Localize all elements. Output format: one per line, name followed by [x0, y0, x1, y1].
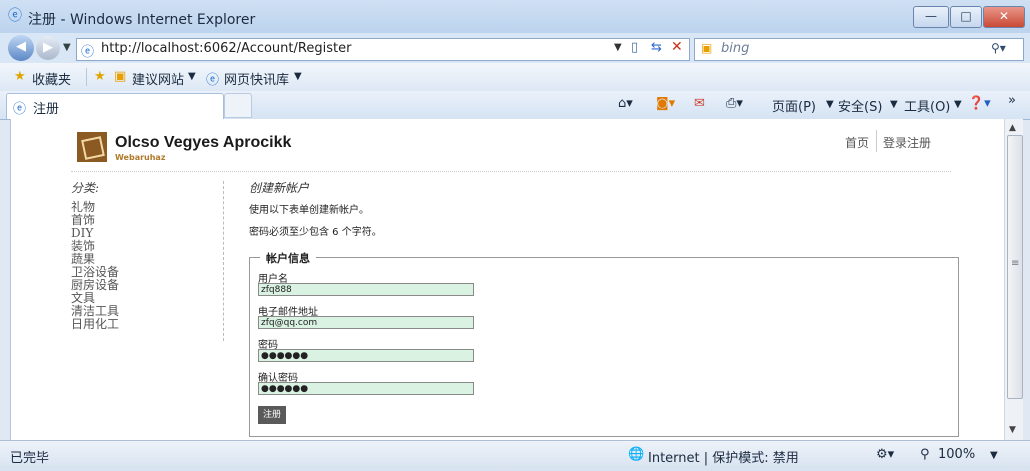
safety-menu-dropdown-icon: ▼: [890, 99, 898, 110]
search-icon[interactable]: ⚲▾: [991, 41, 1006, 55]
home-icon[interactable]: ⌂▾: [618, 96, 633, 111]
protected-mode-icon[interactable]: ⚙▾: [876, 447, 894, 462]
scroll-up-icon[interactable]: ▲: [1009, 123, 1016, 133]
favorites-divider: [86, 68, 87, 86]
zoom-icon: ⚲: [920, 447, 930, 462]
suggested-sites-dropdown-icon[interactable]: ▼: [188, 71, 196, 82]
window-title-bar: ⓔ 注册 - Windows Internet Explorer — □ ✕: [0, 0, 1030, 34]
address-toolbar: ◀ ▶ ▼ ⓔ http://localhost:6062/Account/Re…: [0, 33, 1030, 63]
username-field[interactable]: zfq888: [258, 283, 474, 296]
window-title: 注册 - Windows Internet Explorer: [28, 12, 256, 28]
recent-pages-dropdown-icon[interactable]: ▼: [63, 42, 71, 53]
web-slice-gallery-link[interactable]: 网页快讯库: [224, 69, 289, 88]
tools-menu-dropdown-icon: ▼: [954, 99, 962, 110]
site-subtitle: Webaruhaz: [115, 153, 166, 162]
status-text: 已完毕: [10, 451, 50, 466]
password-hint: 密码必须至少包含 6 个字符。: [249, 227, 382, 238]
ie-icon: ⓔ: [8, 8, 22, 24]
scroll-down-icon[interactable]: ▼: [1009, 425, 1016, 435]
fieldset-legend: 帐户信息: [260, 250, 316, 266]
form-intro: 使用以下表单创建新帐户。: [249, 205, 369, 216]
new-tab-button[interactable]: [224, 93, 252, 118]
suggested-sites-link[interactable]: 建议网站: [132, 69, 184, 88]
forward-arrow-icon: ▶: [43, 40, 53, 55]
scroll-thumb[interactable]: ≡: [1007, 135, 1023, 399]
nav-login-register-link[interactable]: 登录注册: [883, 134, 931, 151]
favorites-button[interactable]: 收藏夹: [32, 69, 71, 88]
safety-menu[interactable]: 安全(S): [838, 96, 882, 115]
scroll-grip-icon: ≡: [1011, 258, 1020, 269]
header-divider: [71, 171, 951, 172]
status-bar: 已完毕 🌐 Internet | 保护模式: 禁用 ⚙▾ ⚲ 100% ▼: [0, 440, 1030, 471]
back-arrow-icon: ◀: [16, 39, 26, 54]
tab-command-bar: ⓔ 注册 ⌂▾ ◙▾ ✉ ⎙▾ 页面(P) ▼ 安全(S) ▼ 工具(O) ▼ …: [0, 91, 1030, 120]
back-button[interactable]: ◀: [8, 35, 34, 61]
stop-icon[interactable]: ✕: [671, 39, 683, 55]
security-zone-text[interactable]: Internet | 保护模式: 禁用: [648, 447, 799, 466]
feeds-icon[interactable]: ◙▾: [656, 96, 675, 111]
address-bar[interactable]: ⓔ http://localhost:6062/Account/Register…: [76, 38, 690, 61]
page-menu-dropdown-icon: ▼: [826, 99, 834, 110]
logo-frame-icon: [81, 136, 105, 160]
site-logo[interactable]: [77, 132, 107, 162]
help-icon[interactable]: ❓▾: [968, 96, 991, 111]
print-icon[interactable]: ⎙▾: [726, 96, 743, 111]
zoom-dropdown-icon[interactable]: ▼: [990, 450, 998, 461]
refresh-icon[interactable]: ⇆: [651, 40, 662, 55]
confirm-password-field[interactable]: ●●●●●●: [258, 382, 474, 395]
account-info-fieldset: 帐户信息 用户名 zfq888 电子邮件地址 zfq@qq.com 密码 ●●●…: [249, 250, 959, 437]
bing-icon: ▣: [701, 41, 713, 55]
tab-ie-icon: ⓔ: [13, 102, 27, 117]
compatibility-view-icon[interactable]: ▯: [631, 40, 638, 55]
category-item[interactable]: 日用化工: [71, 318, 119, 331]
category-title: 分类:: [71, 181, 100, 195]
form-heading: 创建新帐户: [249, 181, 310, 195]
minimize-button[interactable]: —: [913, 6, 949, 28]
favorites-bar: ★ 收藏夹 ★ ▣ 建议网站 ▼ ⓔ 网页快讯库 ▼: [0, 63, 1030, 92]
url-text[interactable]: http://localhost:6062/Account/Register: [101, 41, 351, 56]
suggested-sites-icon: ▣: [114, 69, 127, 84]
email-field[interactable]: zfq@qq.com: [258, 316, 474, 329]
page-ie-icon: ⓔ: [81, 45, 95, 60]
close-button[interactable]: ✕: [983, 6, 1025, 28]
maximize-button[interactable]: □: [950, 6, 982, 28]
site-title: Olcso Vegyes Aprocikk: [115, 134, 292, 151]
web-slice-ie-icon: ⓔ: [206, 73, 220, 88]
web-slice-dropdown-icon[interactable]: ▼: [294, 71, 302, 82]
zoom-level[interactable]: 100%: [938, 447, 975, 462]
password-field[interactable]: ●●●●●●: [258, 349, 474, 362]
sidebar-divider: [223, 181, 224, 341]
tab-label: 注册: [33, 102, 60, 117]
tools-menu[interactable]: 工具(O): [904, 96, 950, 115]
chevron-overflow-icon[interactable]: »: [1008, 93, 1016, 108]
nav-divider: [876, 130, 877, 152]
vertical-scrollbar[interactable]: ▲ ≡ ▼: [1004, 119, 1023, 440]
forward-button[interactable]: ▶: [36, 36, 60, 60]
register-button[interactable]: 注册: [258, 406, 286, 424]
favorites-star-icon: ★: [14, 69, 26, 84]
address-dropdown-icon[interactable]: ▼: [614, 42, 622, 53]
page-menu[interactable]: 页面(P): [772, 96, 816, 115]
tab-register[interactable]: ⓔ 注册: [6, 93, 224, 119]
globe-icon: 🌐: [628, 447, 645, 462]
add-favorites-icon[interactable]: ★: [94, 69, 106, 84]
page-viewport: Olcso Vegyes Aprocikk Webaruhaz 首页 登录注册 …: [10, 119, 1004, 440]
search-placeholder[interactable]: bing: [721, 41, 749, 56]
nav-home-link[interactable]: 首页: [845, 134, 869, 151]
read-mail-icon[interactable]: ✉: [694, 96, 705, 111]
search-box[interactable]: ▣ bing ⚲▾: [694, 38, 1024, 61]
